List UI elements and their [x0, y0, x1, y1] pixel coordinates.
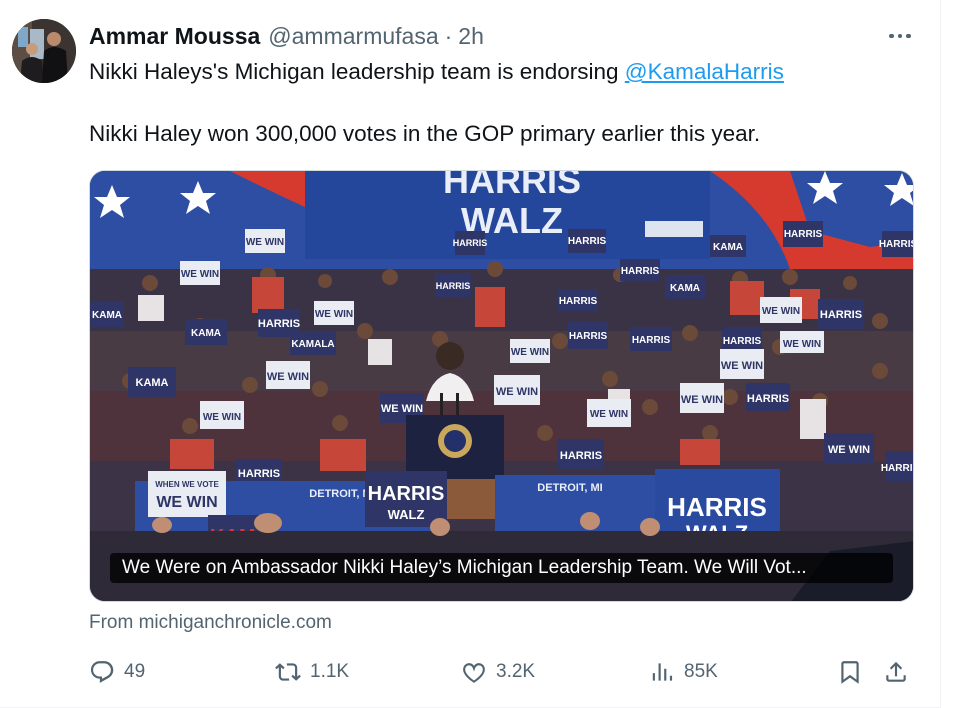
sign-harris: HARRIS [453, 231, 488, 255]
retweet-count: 1.1K [310, 661, 350, 682]
avatar[interactable] [12, 19, 76, 83]
svg-text:KAMA: KAMA [136, 377, 169, 389]
svg-text:HARRIS: HARRIS [568, 236, 607, 247]
svg-text:HARRIS: HARRIS [820, 309, 862, 321]
separator-dot: · [444, 22, 453, 49]
tweet-actions: 49 1.1K 3.2K 85K [89, 654, 914, 690]
svg-text:WE WIN: WE WIN [381, 403, 423, 415]
svg-text:WE WIN: WE WIN [496, 386, 538, 398]
svg-text:KAMA: KAMA [92, 310, 122, 321]
svg-text:HARRIS: HARRIS [238, 468, 280, 480]
banner-top-text: HARRIS [443, 171, 581, 201]
svg-text:WE WIN: WE WIN [783, 339, 821, 350]
tweet-text: Nikki Haleys's Michigan leadership team … [89, 57, 919, 149]
svg-text:HARRIS: HARRIS [723, 336, 762, 347]
svg-text:HARRIS: HARRIS [632, 335, 671, 346]
svg-text:WE WIN: WE WIN [721, 360, 763, 372]
more-icon[interactable] [884, 24, 916, 48]
bookmark-button[interactable] [837, 654, 863, 690]
svg-text:HARRIS: HARRIS [453, 238, 488, 248]
svg-text:KAMA: KAMA [713, 242, 743, 253]
mention-link[interactable]: @KamalaHarris [625, 59, 784, 84]
views-button[interactable]: 85K [649, 654, 718, 690]
source-link[interactable]: From michiganchronicle.com [89, 610, 332, 636]
author-handle[interactable]: @ammarmufasa [268, 23, 438, 50]
svg-text:HARRIS: HARRIS [569, 331, 608, 342]
like-icon [463, 663, 485, 683]
stage-harris-text: HARRIS [667, 492, 767, 522]
author-name[interactable]: Ammar Moussa [89, 23, 260, 50]
stage-location-right: DETROIT, MI [537, 482, 602, 494]
right-divider [940, 0, 941, 708]
views-count: 85K [684, 661, 718, 682]
svg-text:WE WIN: WE WIN [762, 306, 800, 317]
reply-count: 49 [124, 661, 146, 682]
svg-text:WE WIN: WE WIN [181, 269, 219, 280]
svg-text:WE WIN: WE WIN [590, 409, 628, 420]
svg-text:HARRIS: HARRIS [368, 483, 445, 505]
svg-text:KAMA: KAMA [191, 328, 221, 339]
svg-text:WHEN WE VOTE: WHEN WE VOTE [155, 480, 219, 489]
tweet-line-1-text: Nikki Haleys's Michigan leadership team … [89, 59, 625, 84]
timestamp[interactable]: 2h [458, 23, 484, 50]
media-caption: We Were on Ambassador Nikki Haley’s Mich… [110, 553, 893, 583]
tweet-line-1: Nikki Haleys's Michigan leadership team … [89, 57, 919, 87]
svg-text:HARRIS: HARRIS [560, 450, 602, 462]
svg-text:HARRIS: HARRIS [879, 239, 914, 250]
svg-text:WE WIN: WE WIN [828, 444, 870, 456]
svg-text:HARRIS: HARRIS [747, 393, 789, 405]
share-icon [886, 661, 906, 682]
svg-text:WE WIN: WE WIN [511, 347, 549, 358]
tweet-line-2: Nikki Haley won 300,000 votes in the GOP… [89, 121, 761, 146]
svg-text:WE WIN: WE WIN [156, 494, 217, 511]
svg-text:HARRIS: HARRIS [436, 281, 471, 291]
svg-text:HARRIS: HARRIS [784, 229, 823, 240]
rally-photo: HARRIS WALZ HARRIS HARRIS HARRIS HARRIS … [90, 171, 914, 601]
sign-harris-walz-front: HARRIS WALZ [365, 471, 447, 527]
svg-text:KAMALA: KAMALA [291, 339, 334, 350]
svg-text:HARRIS: HARRIS [881, 463, 914, 474]
retweet-button[interactable]: 1.1K [275, 654, 349, 690]
bookmark-icon [841, 661, 859, 684]
svg-text:KAMA: KAMA [670, 283, 700, 294]
svg-text:WE WIN: WE WIN [681, 394, 723, 406]
svg-text:WE WIN: WE WIN [315, 309, 353, 320]
svg-text:HARRIS: HARRIS [621, 266, 660, 277]
share-button[interactable] [883, 654, 909, 690]
views-icon [652, 663, 673, 681]
svg-text:WE WIN: WE WIN [203, 412, 241, 423]
sign-we-win-front: WHEN WE VOTE WE WIN [148, 471, 226, 517]
svg-text:WE WIN: WE WIN [246, 237, 284, 248]
like-button[interactable]: 3.2K [461, 654, 535, 690]
media-card[interactable]: HARRIS WALZ HARRIS HARRIS HARRIS HARRIS … [89, 170, 914, 602]
svg-text:WE WIN: WE WIN [267, 371, 309, 383]
svg-text:WALZ: WALZ [388, 507, 425, 522]
reply-button[interactable]: 49 [89, 654, 145, 690]
like-count: 3.2K [496, 661, 536, 682]
reply-icon [90, 661, 114, 683]
svg-text:HARRIS: HARRIS [258, 318, 300, 330]
retweet-icon [275, 663, 301, 681]
tweet-header: Ammar Moussa @ammarmufasa · 2h [89, 21, 484, 51]
svg-text:HARRIS: HARRIS [559, 296, 598, 307]
stage-location-left: DETROIT, MI [309, 488, 374, 500]
